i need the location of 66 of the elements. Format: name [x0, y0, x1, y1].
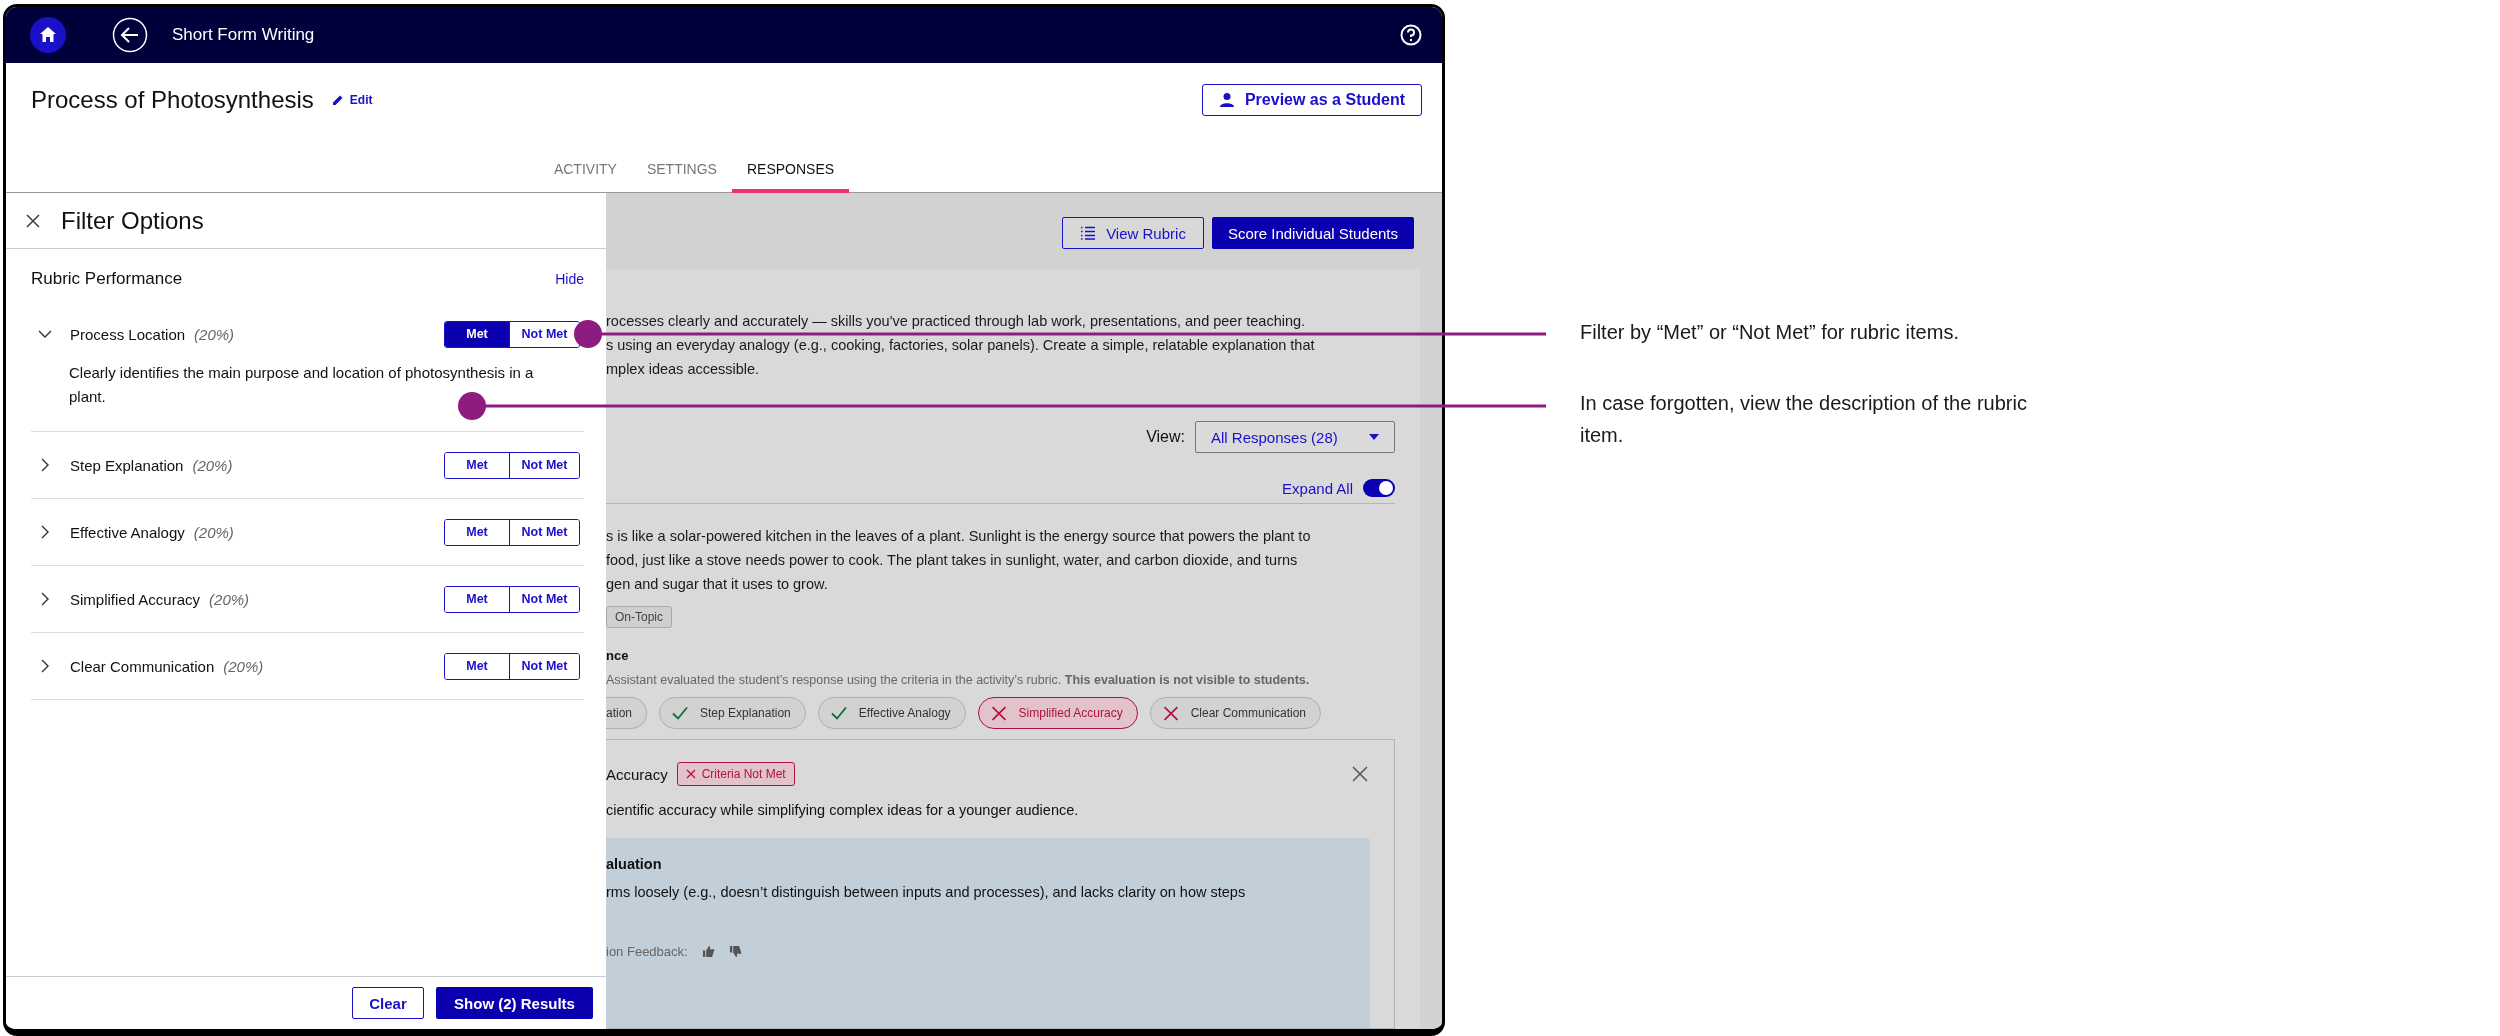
criteria-chip[interactable]: ation — [606, 697, 648, 729]
caret-icon — [1369, 434, 1379, 440]
page-title: Process of Photosynthesis — [31, 86, 314, 114]
rubric-item-description: Clearly identifies the main purpose and location of photosynthesis in a plant. — [69, 363, 535, 407]
section-title: Rubric Performance — [31, 269, 183, 289]
rubric-item-name: Clear Communication — [70, 657, 215, 675]
hide-link[interactable]: Hide — [555, 271, 584, 287]
rubric-item-weight: (20%) — [209, 590, 250, 608]
filter-toggle[interactable]: Not Met — [509, 653, 579, 679]
panel-title: Filter Options — [61, 206, 204, 235]
person-icon — [1218, 92, 1235, 108]
rubric-item-name: Effective Analogy — [70, 523, 185, 541]
view-label: View: — [1146, 428, 1185, 446]
app-title: Short Form Writing — [172, 25, 316, 45]
response-text: food, just like a stove needs power to cook. The plant takes in sunlight, water, and carbon dioxide, and turns — [606, 551, 1299, 570]
list-icon — [1080, 226, 1097, 240]
feedback-label: ion Feedback: — [606, 944, 688, 959]
preview-button[interactable]: Preview as a Student — [1201, 84, 1422, 116]
criteria-chip[interactable]: Step Explanation — [659, 697, 806, 729]
pencil-icon — [331, 94, 344, 106]
annotation-text: Filter by “Met” or “Not Met” for rubric items. — [1580, 320, 1960, 345]
rubric-item-weight: (20%) — [223, 657, 264, 675]
filter-toggle[interactable]: Met — [445, 321, 509, 347]
rubric-item-weight: (20%) — [192, 456, 233, 474]
criteria-description: cientific accuracy while simplifying complex ideas for a younger audience. — [606, 802, 1079, 818]
evaluation-heading: nce — [606, 648, 629, 663]
evaluation-text: rms loosely (e.g., doesn’t distinguish between inputs and processes), and lacks clarity on how steps — [606, 884, 1246, 900]
response-text: gen and sugar that it uses to grow. — [606, 575, 829, 594]
filter-toggle[interactable]: Not Met — [509, 452, 579, 478]
rubric-item-weight: (20%) — [194, 325, 235, 343]
view-dropdown[interactable]: All Responses (28) — [1195, 421, 1395, 453]
view-rubric-button[interactable]: View Rubric — [1062, 217, 1204, 249]
criteria-chip[interactable]: Clear Communication — [1149, 697, 1322, 729]
thumbs-up-icon[interactable] — [701, 945, 715, 958]
close-icon[interactable] — [25, 212, 41, 229]
evaluation-note: Assistant evaluated the student’s response using the criteria in the activity’s rubric. This evaluation is not visible to students. — [606, 673, 1310, 687]
filter-toggle[interactable]: Not Met — [509, 321, 579, 347]
prompt-text: s using an everyday analogy (e.g., cooking, factories, solar panels). Create a simple, relatable explanation that — [606, 336, 1315, 355]
thumbs-down-icon[interactable] — [728, 945, 742, 958]
rubric-item-name: Process Location — [70, 325, 186, 343]
prompt-text: rocesses clearly and accurately — skills you've practiced through lab work, presentations, and peer teaching. — [606, 312, 1307, 331]
prompt-text: mplex ideas accessible. — [606, 360, 761, 379]
rubric-item-weight: (20%) — [193, 523, 234, 541]
rubric-item-name: Simplified Accuracy — [70, 590, 201, 608]
rubric-item-name: Step Explanation — [70, 456, 184, 474]
criteria-chip[interactable]: Effective Analogy — [817, 697, 966, 729]
criteria-title: Accuracy — [606, 765, 668, 783]
expand-all-toggle[interactable] — [1363, 479, 1395, 497]
edit-button[interactable]: Edit — [329, 91, 375, 109]
topic-tag: On-Topic — [606, 606, 673, 628]
show-results-button[interactable]: Show (2) Results — [436, 987, 593, 1019]
home-icon[interactable] — [30, 17, 66, 53]
annotation-text: In case forgotten, view the description of the rubric item. — [1580, 391, 2028, 448]
tab[interactable]: ACTIVITY — [538, 161, 632, 193]
tab[interactable]: SETTINGS — [631, 161, 732, 193]
close-icon[interactable] — [1352, 766, 1368, 782]
filter-toggle[interactable]: Not Met — [509, 519, 579, 545]
score-students-button[interactable]: Score Individual Students — [1211, 217, 1414, 249]
expand-all-label: Expand All — [1282, 479, 1353, 497]
filter-toggle[interactable]: Not Met — [509, 586, 579, 612]
clear-button[interactable]: Clear — [352, 987, 424, 1019]
status-badge: Criteria Not Met — [676, 762, 795, 786]
response-text: s is like a solar-powered kitchen in the leaves of a plant. Sunlight is the energy source that powers the plant to — [606, 527, 1311, 546]
evaluation-title: aluation — [606, 856, 662, 872]
help-icon[interactable] — [1400, 24, 1422, 46]
criteria-chip[interactable]: Simplified Accuracy — [977, 697, 1138, 729]
